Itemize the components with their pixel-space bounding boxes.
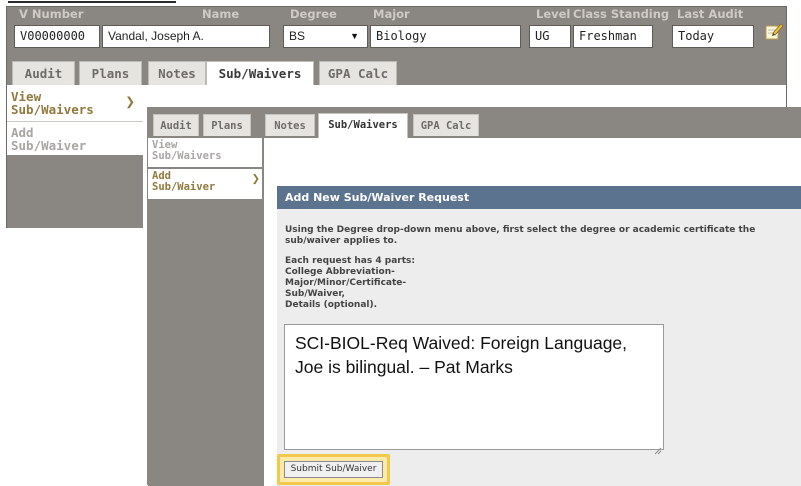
- sidebar-item-view-sub-waivers[interactable]: View Sub/Waivers ❯: [7, 87, 139, 119]
- degree-select[interactable]: BS ▼: [283, 25, 368, 48]
- tab-plans[interactable]: Plans: [79, 61, 142, 85]
- level-field[interactable]: UG: [529, 25, 571, 48]
- class-standing-label: Class Standing: [573, 7, 670, 21]
- tab-gpa-calc[interactable]: GPA Calc: [413, 114, 479, 136]
- last-audit-label: Last Audit: [677, 7, 744, 21]
- instruction-line: Using the Degree drop-down menu above, f…: [285, 225, 756, 235]
- tab-audit[interactable]: Audit: [12, 61, 75, 85]
- tab-notes[interactable]: Notes: [265, 114, 315, 136]
- sidebar-item-label: Sub/Waiver: [11, 138, 87, 153]
- chevron-right-icon: ❯: [251, 171, 260, 187]
- sidebar-item-add-sub-waiver[interactable]: Add Sub/Waiver: [7, 123, 139, 155]
- parts-intro: Each request has 4 parts:: [285, 256, 415, 266]
- class-standing-field[interactable]: Freshman: [573, 25, 653, 48]
- part-item: Major/Minor/Certificate-: [285, 278, 407, 288]
- part-item: Sub/Waiver,: [285, 289, 345, 299]
- degree-label: Degree: [290, 7, 337, 21]
- chevron-right-icon: ❯: [125, 92, 135, 111]
- tab-plans[interactable]: Plans: [203, 114, 251, 136]
- v-number-field[interactable]: V00000000: [14, 25, 100, 48]
- tab-notes[interactable]: Notes: [148, 61, 206, 85]
- sidebar-item-view-sub-waivers[interactable]: View Sub/Waivers: [148, 138, 262, 167]
- part-item: Details (optional).: [285, 300, 378, 310]
- degree-select-value: BS: [289, 29, 306, 43]
- note-pencil-icon[interactable]: [764, 21, 786, 43]
- sidebar-item-label: Sub/Waiver: [152, 181, 216, 193]
- v-number-label: V Number: [19, 7, 84, 21]
- submit-sub-waiver-button[interactable]: Submit Sub/Waiver: [284, 461, 383, 478]
- instruction-line: sub/waiver applies to.: [285, 236, 398, 246]
- sidebar-item-label: Sub/Waivers: [152, 150, 222, 162]
- front-tab-bar: Audit Plans Notes Sub/Waivers GPA Calc: [148, 108, 801, 138]
- last-audit-field[interactable]: Today: [672, 25, 754, 48]
- panel-title: Add New Sub/Waiver Request: [277, 186, 801, 209]
- part-item: College Abbreviation-: [285, 267, 395, 277]
- submit-highlight: Submit Sub/Waiver: [277, 454, 390, 485]
- front-window: Audit Plans Notes Sub/Waivers GPA Calc V…: [147, 107, 801, 486]
- tab-sub-waivers[interactable]: Sub/Waivers: [318, 113, 408, 138]
- resize-grip-icon[interactable]: [654, 440, 662, 455]
- name-label: Name: [202, 7, 240, 21]
- sub-waiver-textarea[interactable]: SCI-BIOL-Req Waived: Foreign Language, J…: [284, 324, 664, 450]
- tab-sub-waivers[interactable]: Sub/Waivers: [206, 61, 314, 85]
- sidebar-divider: [7, 121, 143, 122]
- tab-gpa-calc[interactable]: GPA Calc: [319, 61, 397, 85]
- sidebar-background: [7, 155, 143, 228]
- sidebar-item-add-sub-waiver[interactable]: Add Sub/Waiver ❯: [148, 169, 262, 199]
- level-label: Level: [536, 7, 571, 21]
- tab-audit[interactable]: Audit: [153, 114, 199, 136]
- dropdown-arrow-icon: ▼: [350, 31, 359, 41]
- major-label: Major: [373, 7, 410, 21]
- header-rule: [8, 1, 176, 3]
- major-field[interactable]: Biology: [370, 25, 521, 48]
- name-field[interactable]: Vandal, Joseph A.: [102, 25, 270, 48]
- front-sidebar: View Sub/Waivers Add Sub/Waiver ❯: [148, 138, 264, 486]
- sidebar-item-label: Sub/Waivers: [11, 102, 94, 117]
